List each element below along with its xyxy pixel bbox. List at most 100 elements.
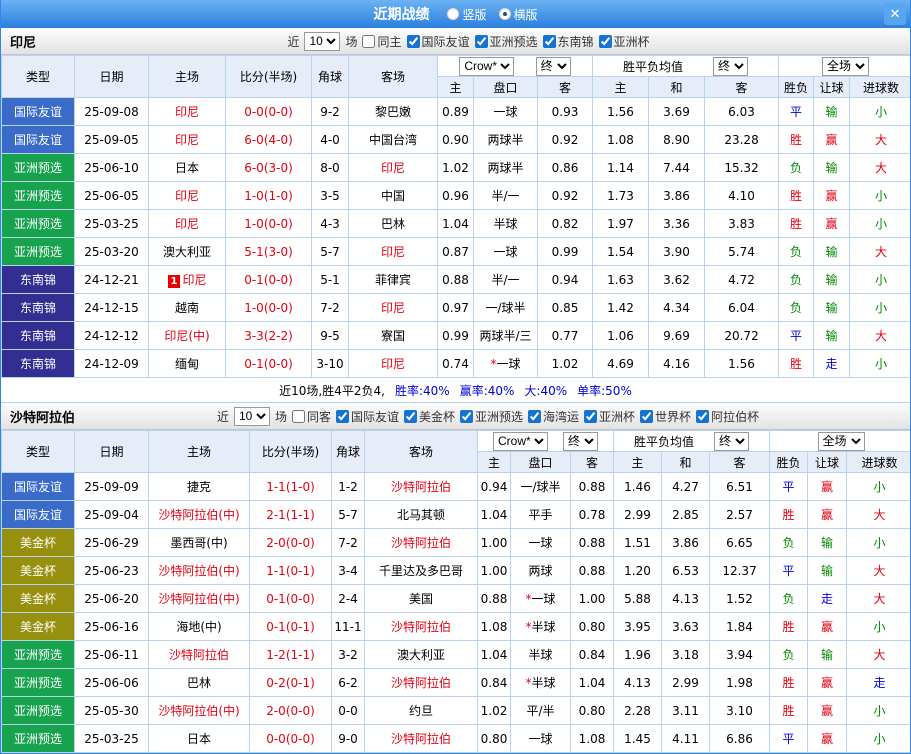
league-checkbox[interactable] xyxy=(528,409,542,423)
score-cell: 0-1(0-0) xyxy=(225,349,312,378)
avg-win-cell: 1.46 xyxy=(613,472,663,501)
avg-loss-cell: 4.10 xyxy=(704,181,780,210)
subcol-away-odds: 客 xyxy=(536,76,594,98)
home-odds-cell: 1.00 xyxy=(477,556,511,585)
home-team-name: 日本 xyxy=(174,161,199,175)
handicap-cell: 半/一 xyxy=(473,181,538,210)
home-odds-cell: 0.97 xyxy=(437,293,474,322)
league-checkbox[interactable] xyxy=(460,409,473,423)
league-checkbox[interactable] xyxy=(598,34,612,48)
goals-result-cell: 小 xyxy=(846,472,910,501)
league-checkbox[interactable] xyxy=(406,34,420,48)
league-filter[interactable]: 海湾运 xyxy=(528,408,579,425)
date-cell: 25-09-04 xyxy=(74,500,149,529)
score-cell: 6-0(3-0) xyxy=(225,153,312,182)
home-team-cell: 沙特阿拉伯(中) xyxy=(148,500,250,529)
summary-win-rate: 胜率:40% xyxy=(394,383,450,398)
same-venue-filter[interactable]: 同客 xyxy=(291,408,331,425)
avg-draw-cell: 2.85 xyxy=(661,500,711,529)
corners-cell: 5-7 xyxy=(311,237,349,266)
league-checkbox[interactable] xyxy=(696,409,710,423)
home-team-cell: 缅甸 xyxy=(148,349,226,378)
date-cell: 25-06-20 xyxy=(74,584,149,613)
home-odds-cell: 1.04 xyxy=(477,500,511,529)
away-handicap-star: * xyxy=(525,592,532,606)
away-team-cell: 黎巴嫩 xyxy=(348,97,438,126)
scope-header-cell: 全场 xyxy=(769,430,910,452)
radio-icon[interactable] xyxy=(447,8,460,20)
competition-cell: 亚洲预选 xyxy=(1,640,75,669)
col-type: 类型 xyxy=(1,430,75,473)
league-checkbox[interactable] xyxy=(584,409,598,423)
avg-win-cell: 1.73 xyxy=(592,181,650,210)
scope-select[interactable]: 全场 xyxy=(817,431,865,451)
odds-company-select[interactable]: Crow* xyxy=(493,431,548,451)
avg-loss-cell: 1.56 xyxy=(704,349,780,378)
corners-cell: 3-2 xyxy=(331,640,365,669)
close-button[interactable]: ✕ xyxy=(884,3,906,25)
home-team-cell: 沙特阿拉伯 xyxy=(148,640,250,669)
match-row: 美金杯 25-06-16 海地(中) 0-1(0-1) 11-1 沙特阿拉伯 1.08 *半球… xyxy=(1,612,910,641)
score-cell: 2-0(0-0) xyxy=(249,528,332,557)
away-team-name: 印尼 xyxy=(380,245,405,259)
result-cell: 负 xyxy=(769,584,809,613)
league-filter[interactable]: 亚洲杯 xyxy=(598,33,650,50)
odds-company-select[interactable]: Crow* xyxy=(459,56,515,76)
date-cell: 25-03-25 xyxy=(74,209,149,238)
odds-stage-select[interactable]: 终 xyxy=(563,431,598,451)
league-checkbox[interactable] xyxy=(335,409,349,423)
away-odds-cell: 0.80 xyxy=(569,612,615,641)
league-checkbox[interactable] xyxy=(640,409,654,423)
handicap-result-cell: 赢 xyxy=(807,612,848,641)
odds-stage-select[interactable]: 终 xyxy=(535,56,571,76)
red-card-badge: 1 xyxy=(167,275,181,288)
league-filter[interactable]: 国际友谊 xyxy=(335,408,399,425)
league-filter[interactable]: 亚洲预选 xyxy=(460,408,523,425)
avg-stage-select[interactable]: 终 xyxy=(714,431,750,451)
match-count-select[interactable]: 10 xyxy=(304,31,341,51)
league-filter[interactable]: 阿拉伯杯 xyxy=(696,408,759,425)
handicap-cell: 两球半/三 xyxy=(473,321,538,350)
league-filter[interactable]: 亚洲预选 xyxy=(474,33,538,50)
away-odds-cell: 0.84 xyxy=(569,640,615,669)
scope-select[interactable]: 全场 xyxy=(822,56,870,76)
away-odds-cell: 1.00 xyxy=(569,584,615,613)
league-filter[interactable]: 世界杯 xyxy=(640,408,691,425)
goals-result-cell: 大 xyxy=(849,321,910,350)
avg-stage-select[interactable]: 终 xyxy=(713,56,749,76)
same-venue-filter[interactable]: 同主 xyxy=(362,33,402,50)
score-cell: 0-1(0-0) xyxy=(249,584,332,613)
home-odds-cell: 0.94 xyxy=(477,472,511,501)
league-filter[interactable]: 国际友谊 xyxy=(406,33,470,50)
league-checkbox[interactable] xyxy=(542,34,556,48)
result-cell: 胜 xyxy=(769,668,809,697)
away-team-cell: 沙特阿拉伯 xyxy=(364,668,478,697)
match-count-select[interactable]: 10 xyxy=(233,406,270,426)
league-checkbox[interactable] xyxy=(474,34,488,48)
away-odds-cell: 0.77 xyxy=(536,321,594,350)
league-checkbox[interactable] xyxy=(403,409,417,423)
league-filter[interactable]: 美金杯 xyxy=(403,408,455,425)
same-venue-checkbox[interactable] xyxy=(291,409,305,423)
avg-loss-cell: 4.72 xyxy=(704,265,780,294)
subcol-avg-win: 主 xyxy=(592,76,650,98)
home-team-cell: 越南 xyxy=(148,293,226,322)
away-team-name: 菲律宾 xyxy=(374,273,411,287)
score-cell: 0-2(0-1) xyxy=(249,668,332,697)
near-label: 近 xyxy=(287,34,300,49)
away-team-name: 约旦 xyxy=(408,704,433,718)
radio-selected-icon[interactable] xyxy=(498,8,511,20)
league-filter[interactable]: 亚洲杯 xyxy=(584,408,635,425)
date-cell: 25-06-23 xyxy=(74,556,149,585)
col-score: 比分(半场) xyxy=(249,430,332,473)
horizontal-layout-radio[interactable]: 横版 xyxy=(498,6,538,23)
avg-loss-cell: 20.72 xyxy=(704,321,780,350)
away-team-name: 印尼 xyxy=(380,357,405,371)
goals-result-cell: 大 xyxy=(849,153,910,182)
vertical-layout-radio[interactable]: 竖版 xyxy=(447,6,487,23)
league-filter[interactable]: 东南锦 xyxy=(542,33,594,50)
filter-bar: 近 10 场 同客 国际友谊 美金杯 亚洲预选 海湾运 亚洲杯 世界杯 阿拉伯杯 xyxy=(75,406,901,426)
home-odds-cell: 0.84 xyxy=(477,668,511,697)
away-odds-cell: 0.88 xyxy=(569,472,615,501)
same-venue-checkbox[interactable] xyxy=(362,34,376,48)
